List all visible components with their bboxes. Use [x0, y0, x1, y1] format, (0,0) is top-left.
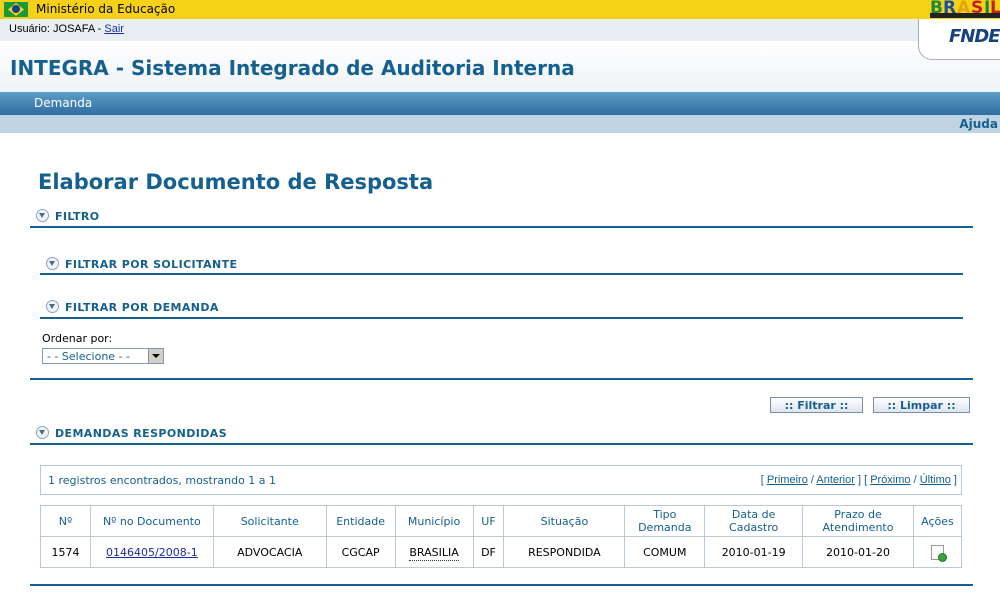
column-header: Data de Cadastro — [704, 505, 804, 537]
government-bar: Ministério da Educação B R A S I L — [0, 0, 1000, 19]
logout-link[interactable]: Sair — [104, 23, 124, 35]
cell-municipio: BRASILIA — [394, 536, 474, 568]
section-filtro-label: FILTRO — [55, 210, 100, 223]
column-header: Ações — [912, 505, 963, 537]
column-header: Município — [394, 505, 474, 537]
cell-prazo: 2010-01-20 — [802, 536, 914, 568]
results-summary: 1 registros encontrados, mostrando 1 a 1 — [48, 474, 277, 487]
section-divider — [30, 443, 973, 445]
section-divider — [40, 273, 963, 275]
document-link[interactable]: 0146405/2008-1 — [106, 546, 198, 559]
section-solicitante-header[interactable]: FILTRAR POR SOLICITANTE — [46, 257, 237, 271]
order-by-label: Ordenar por: — [42, 332, 113, 345]
table-header-row: Nº Nº no Documento Solicitante Entidade … — [40, 505, 963, 537]
new-document-icon[interactable] — [930, 544, 947, 562]
order-by-value: - - Selecione - - — [47, 350, 131, 363]
cell-entidade: CGCAP — [325, 536, 396, 568]
section-filtro-header[interactable]: FILTRO — [36, 209, 100, 223]
pagination-links: [ Primeiro / Anterior ] [ Próximo / Últi… — [760, 474, 957, 486]
collapse-icon[interactable] — [36, 426, 49, 439]
user-bar: Usuário: JOSAFA - Sair — [0, 19, 1000, 41]
pagination-bar: 1 registros encontrados, mostrando 1 a 1… — [40, 465, 962, 495]
cell-doc: 0146405/2008-1 — [89, 536, 214, 568]
clear-button[interactable]: :: Limpar :: — [873, 397, 970, 413]
order-by-select[interactable]: - - Selecione - - — [42, 348, 164, 364]
ministry-title: Ministério da Educação — [36, 2, 176, 16]
first-page-link[interactable]: Primeiro — [767, 474, 808, 486]
page-title: Elaborar Documento de Resposta — [38, 170, 434, 194]
fnde-logo-text: FNDE — [949, 26, 1000, 47]
help-link[interactable]: Ajuda — [959, 117, 998, 131]
collapse-icon[interactable] — [46, 257, 59, 270]
section-solicitante-label: FILTRAR POR SOLICITANTE — [65, 258, 238, 271]
menu-item-demanda[interactable]: Demanda — [34, 96, 92, 110]
menu-bar: Demanda — [0, 92, 1000, 115]
column-header: Entidade — [325, 505, 396, 537]
column-header: Tipo Demanda — [624, 505, 706, 537]
app-header: INTEGRA - Sistema Integrado de Auditoria… — [0, 41, 1000, 92]
section-divider — [30, 378, 973, 380]
section-divider — [40, 317, 963, 319]
collapse-icon[interactable] — [36, 209, 49, 222]
next-page-link[interactable]: Próximo — [870, 474, 910, 486]
brazil-flag-icon — [4, 2, 28, 17]
cell-cadastro: 2010-01-19 — [704, 536, 804, 568]
help-bar: Ajuda — [0, 115, 1000, 133]
column-header: Solicitante — [212, 505, 327, 537]
table-row: 1574 0146405/2008-1 ADVOCACIA CGCAP BRAS… — [40, 536, 963, 568]
section-demanda-label: FILTRAR POR DEMANDA — [65, 301, 219, 314]
filter-button[interactable]: :: Filtrar :: — [770, 397, 863, 413]
demands-table: Nº Nº no Documento Solicitante Entidade … — [40, 505, 963, 568]
column-header: Prazo de Atendimento — [802, 505, 914, 537]
user-info: Usuário: JOSAFA - Sair — [9, 23, 124, 35]
column-header: Situação — [503, 505, 626, 537]
column-header: UF — [472, 505, 505, 537]
cell-solicitante: ADVOCACIA — [212, 536, 327, 568]
dropdown-arrow-icon[interactable] — [148, 349, 163, 363]
cell-tipo: COMUM — [624, 536, 706, 568]
cell-acoes — [912, 536, 963, 568]
brasil-logo: B R A S I L — [930, 0, 1000, 18]
section-divider — [30, 226, 973, 228]
cell-situacao: RESPONDIDA — [503, 536, 626, 568]
cell-num: 1574 — [40, 536, 91, 568]
column-header: Nº — [40, 505, 91, 537]
user-label: Usuário: JOSAFA - — [9, 23, 105, 35]
previous-page-link[interactable]: Anterior — [816, 474, 855, 486]
collapse-icon[interactable] — [46, 300, 59, 313]
section-divider — [30, 584, 973, 586]
municipio-value: BRASILIA — [409, 545, 459, 561]
section-respondidas-header[interactable]: DEMANDAS RESPONDIDAS — [36, 426, 227, 440]
app-title: INTEGRA - Sistema Integrado de Auditoria… — [10, 56, 575, 80]
section-respondidas-label: DEMANDAS RESPONDIDAS — [55, 427, 228, 440]
cell-uf: DF — [472, 536, 505, 568]
column-header: Nº no Documento — [89, 505, 214, 537]
section-demanda-header[interactable]: FILTRAR POR DEMANDA — [46, 300, 219, 314]
last-page-link[interactable]: Último — [920, 474, 951, 486]
fnde-logo: FNDE — [918, 19, 1000, 60]
